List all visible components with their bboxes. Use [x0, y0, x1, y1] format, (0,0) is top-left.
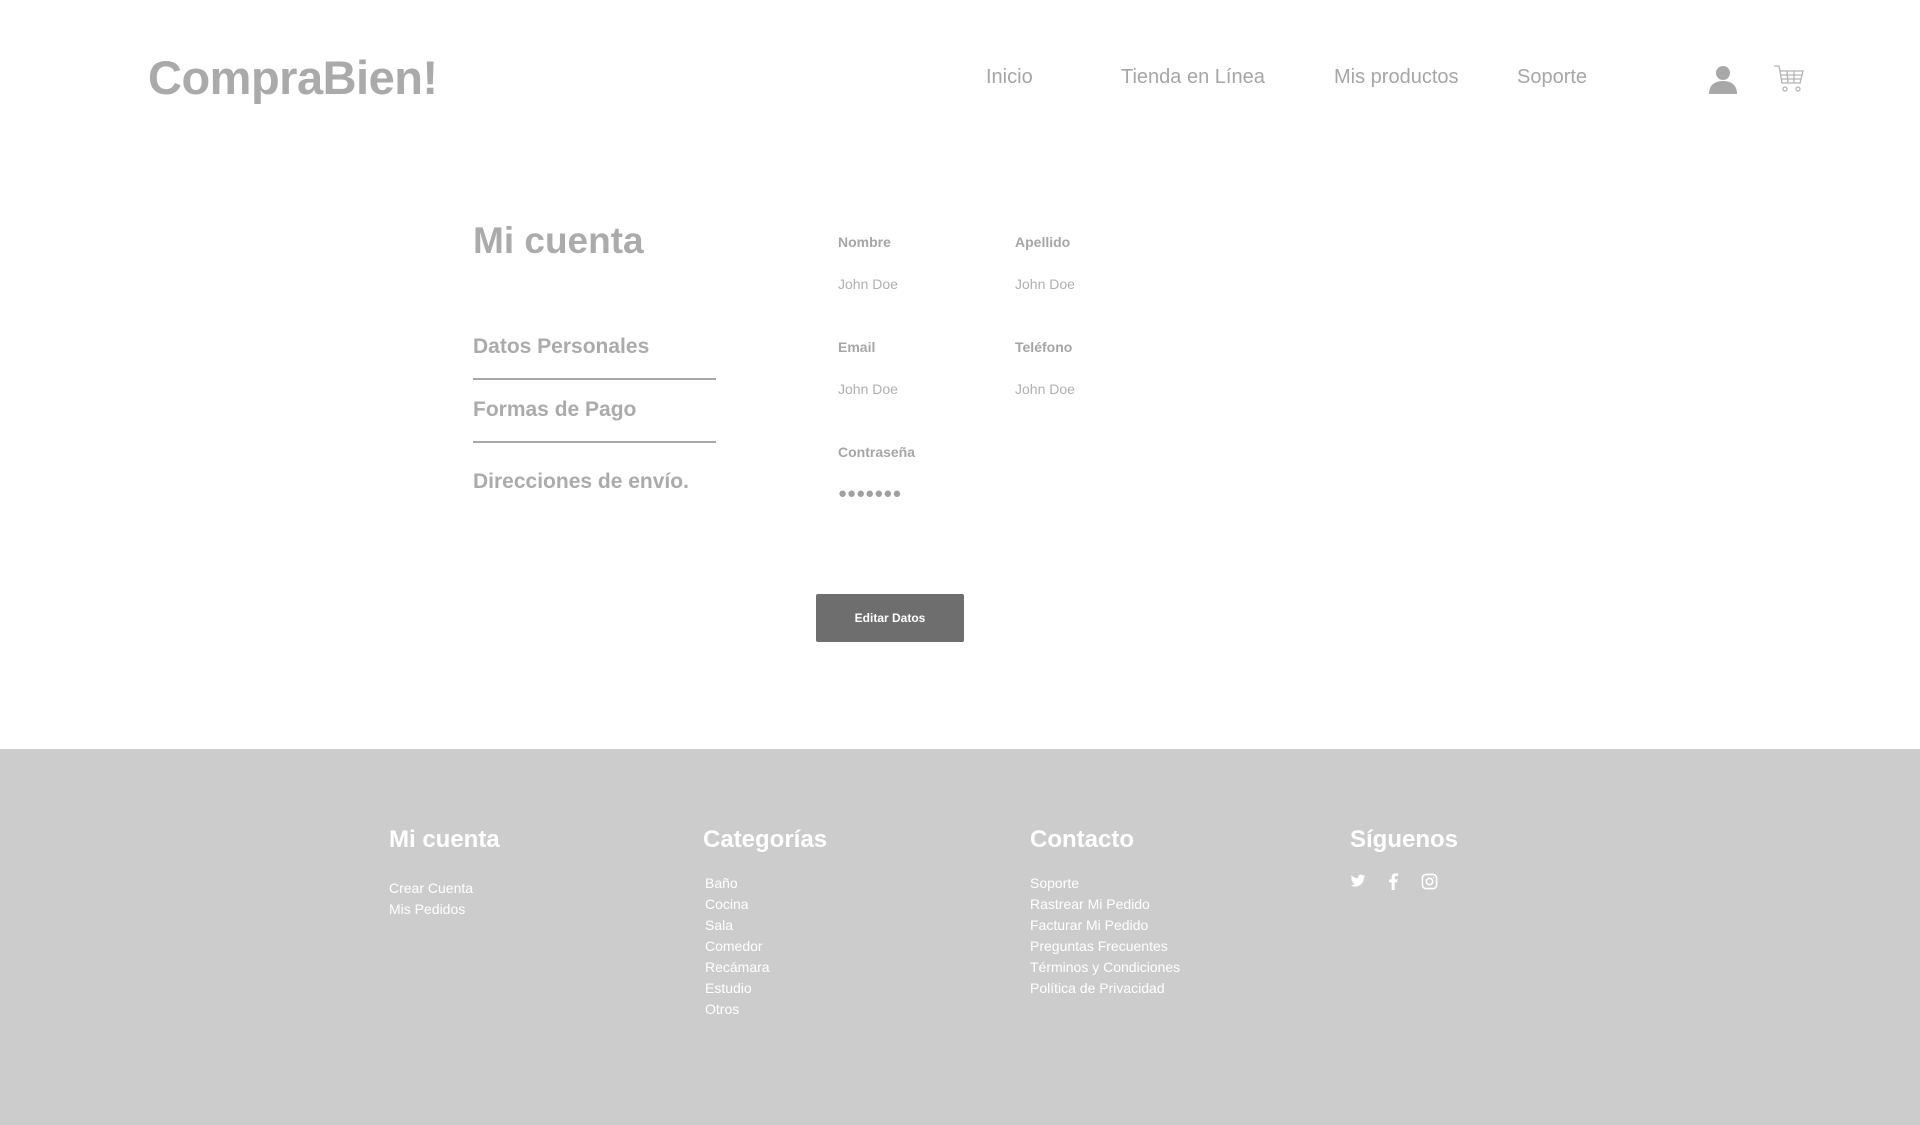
footer-link-mis-pedidos[interactable]: Mis Pedidos — [389, 899, 473, 920]
footer-link-facturar-pedido[interactable]: Facturar Mi Pedido — [1030, 915, 1180, 936]
footer-contacto-links: Soporte Rastrear Mi Pedido Facturar Mi P… — [1030, 873, 1180, 999]
footer-link-crear-cuenta[interactable]: Crear Cuenta — [389, 878, 473, 899]
footer-heading-categorias: Categorías — [703, 826, 828, 853]
edit-data-button[interactable]: Editar Datos — [816, 594, 964, 642]
instagram-icon[interactable] — [1421, 873, 1438, 895]
footer-link-estudio[interactable]: Estudio — [705, 978, 770, 999]
sidebar-item-datos-personales[interactable]: Datos Personales — [473, 335, 649, 359]
telefono-label: Teléfono — [1015, 339, 1073, 355]
footer-link-cocina[interactable]: Cocina — [705, 894, 770, 915]
page-title: Mi cuenta — [473, 220, 644, 261]
footer — [0, 749, 1920, 1125]
footer-link-recamara[interactable]: Recámara — [705, 957, 770, 978]
logo[interactable]: CompraBien! — [148, 50, 438, 105]
sidebar-item-direcciones-de-envio[interactable]: Direcciones de envío. — [473, 470, 689, 494]
email-label: Email — [838, 339, 876, 355]
contrasena-label: Contraseña — [838, 444, 916, 460]
telefono-value: John Doe — [1015, 381, 1075, 397]
cart-icon[interactable] — [1773, 64, 1805, 99]
user-icon[interactable] — [1708, 64, 1738, 99]
footer-heading-siguenos: Síguenos — [1350, 826, 1459, 853]
nav-tienda-en-linea[interactable]: Tienda en Línea — [1121, 66, 1265, 89]
nav-inicio[interactable]: Inicio — [986, 66, 1033, 89]
nav-soporte[interactable]: Soporte — [1517, 66, 1587, 89]
apellido-label: Apellido — [1015, 234, 1071, 250]
footer-link-preguntas-frecuentes[interactable]: Preguntas Frecuentes — [1030, 936, 1180, 957]
nombre-value: John Doe — [838, 276, 898, 292]
facebook-icon[interactable] — [1387, 873, 1399, 895]
sidebar-item-formas-de-pago[interactable]: Formas de Pago — [473, 398, 636, 422]
footer-link-otros[interactable]: Otros — [705, 999, 770, 1020]
footer-link-soporte[interactable]: Soporte — [1030, 873, 1180, 894]
footer-link-terminos[interactable]: Términos y Condiciones — [1030, 957, 1180, 978]
footer-link-comedor[interactable]: Comedor — [705, 936, 770, 957]
sidebar-divider — [473, 378, 716, 380]
apellido-value: John Doe — [1015, 276, 1075, 292]
footer-link-privacidad[interactable]: Política de Privacidad — [1030, 978, 1180, 999]
email-value: John Doe — [838, 381, 898, 397]
footer-mi-cuenta-links: Crear Cuenta Mis Pedidos — [389, 878, 473, 920]
nav-mis-productos[interactable]: Mis productos — [1334, 66, 1459, 89]
footer-link-sala[interactable]: Sala — [705, 915, 770, 936]
contrasena-value: ●●●●●●● — [838, 485, 902, 502]
sidebar-divider — [473, 441, 716, 443]
footer-link-bano[interactable]: Baño — [705, 873, 770, 894]
footer-link-rastrear-pedido[interactable]: Rastrear Mi Pedido — [1030, 894, 1180, 915]
footer-heading-contacto: Contacto — [1030, 826, 1134, 853]
footer-categorias-links: Baño Cocina Sala Comedor Recámara Estudi… — [705, 873, 770, 1020]
footer-heading-mi-cuenta: Mi cuenta — [389, 826, 500, 853]
nombre-label: Nombre — [838, 234, 891, 250]
twitter-icon[interactable] — [1350, 873, 1366, 894]
